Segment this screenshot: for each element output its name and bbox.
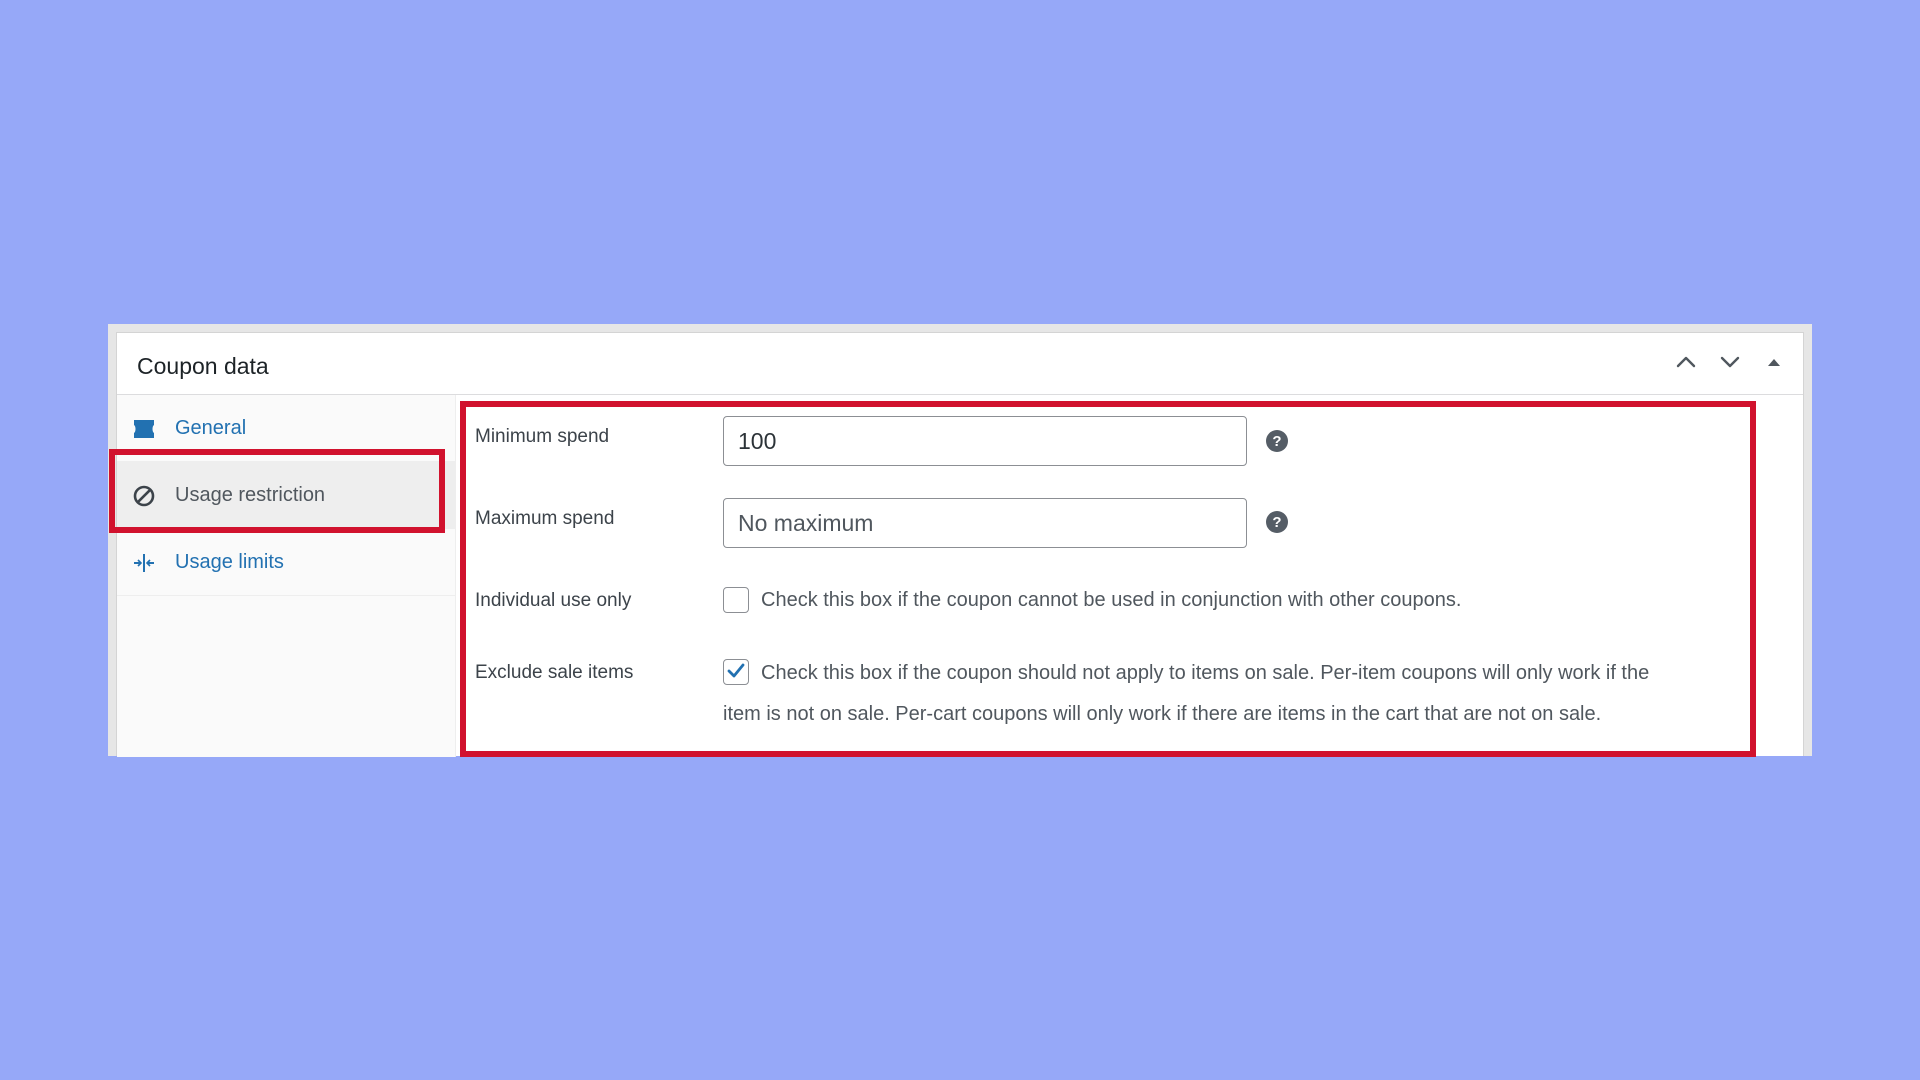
chevron-up-icon	[1676, 356, 1696, 368]
panel-title: Coupon data	[137, 353, 269, 379]
ticket-icon	[134, 420, 154, 438]
help-icon[interactable]: ?	[1266, 511, 1288, 533]
panel-header: Coupon data	[117, 333, 1803, 395]
exclude-sale-label: Exclude sale items	[475, 662, 634, 683]
exclude-sale-description-line2: item is not on sale. Per-cart coupons wi…	[723, 703, 1602, 725]
sidebar-item-usage-limits[interactable]: Usage limits	[117, 529, 456, 596]
exclude-sale-description-line1: Check this box if the coupon should not …	[761, 662, 1650, 684]
individual-use-checkbox[interactable]	[723, 587, 749, 613]
coupon-sidebar: General Usage restriction Usage limits	[117, 395, 456, 757]
toggle-panel-button[interactable]	[1759, 347, 1789, 377]
maximum-spend-label: Maximum spend	[475, 508, 615, 529]
chevron-down-icon	[1720, 356, 1740, 368]
move-down-button[interactable]	[1715, 347, 1745, 377]
sidebar-item-label: Usage limits	[175, 551, 284, 573]
move-up-button[interactable]	[1671, 347, 1701, 377]
limits-icon	[134, 554, 154, 572]
individual-use-label: Individual use only	[475, 590, 632, 611]
minimum-spend-label: Minimum spend	[475, 426, 610, 447]
help-icon[interactable]: ?	[1266, 430, 1288, 452]
sidebar-item-usage-restriction[interactable]: Usage restriction	[117, 462, 456, 529]
minimum-spend-input[interactable]	[723, 416, 1247, 466]
header-controls	[1671, 347, 1789, 377]
triangle-up-icon	[1768, 359, 1780, 366]
sidebar-item-general[interactable]: General	[117, 395, 456, 462]
individual-use-description: Check this box if the coupon cannot be u…	[761, 589, 1462, 611]
exclude-sale-checkbox[interactable]	[723, 659, 749, 685]
sidebar-item-label: Usage restriction	[175, 484, 326, 506]
block-icon	[133, 485, 155, 507]
sidebar-item-label: General	[175, 417, 247, 439]
checkmark-icon	[727, 663, 745, 678]
maximum-spend-input[interactable]	[723, 498, 1247, 548]
